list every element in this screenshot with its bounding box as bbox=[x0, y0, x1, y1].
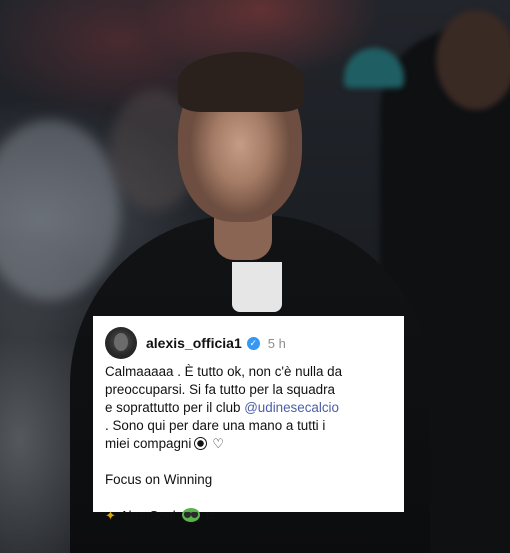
background-person-right-face bbox=[436, 10, 510, 110]
post-time: 5 h bbox=[267, 335, 286, 351]
caption-line: . Sono qui per dare una mano a tutti i bbox=[105, 418, 326, 433]
caption-line: Calmaaaaa . È tutto ok, non c'è nulla da bbox=[105, 364, 343, 379]
caption-line-text: miei compagni bbox=[105, 436, 192, 451]
background-crowd-blur bbox=[0, 120, 120, 300]
caption-card: alexis_officia1 ✓ 5 h Calmaaaaa . È tutt… bbox=[93, 316, 404, 523]
caption-text: Calmaaaaa . È tutto ok, non c'è nulla da… bbox=[105, 363, 392, 525]
background-person-beanie bbox=[344, 48, 404, 88]
mention-link[interactable]: @udinesecalcio bbox=[244, 400, 339, 415]
avatar[interactable] bbox=[105, 327, 137, 359]
player-shirt-collar bbox=[232, 262, 282, 312]
caption-line: preoccuparsi. Si fa tutto per la squadra bbox=[105, 382, 336, 397]
signature-name: AlmaSoul bbox=[120, 508, 176, 523]
verified-badge-icon: ✓ bbox=[246, 336, 260, 350]
photo-background: alexis_officia1 ✓ 5 h Calmaaaaa . È tutt… bbox=[0, 0, 510, 553]
line-spacer bbox=[105, 453, 392, 471]
soccer-ball-icon bbox=[194, 437, 208, 450]
caption-line: miei compagni ♡ bbox=[105, 435, 392, 453]
caption-line: e soprattutto per il club @udinesecalcio bbox=[105, 399, 392, 417]
focus-line: Focus on Winning bbox=[105, 472, 213, 487]
sunglasses-face-icon bbox=[181, 508, 200, 522]
post-header: alexis_officia1 ✓ 5 h bbox=[105, 325, 392, 361]
signature-line: ✦ AlmaSoul ɪᴛ bbox=[105, 507, 392, 525]
player-hair bbox=[178, 52, 304, 112]
sparkles-icon: ✦ bbox=[105, 508, 116, 523]
username[interactable]: alexis_officia1 bbox=[146, 335, 242, 351]
heart-icon: ♡ bbox=[212, 436, 224, 451]
signature-suffix: ɪᴛ bbox=[205, 509, 217, 522]
caption-line-text: e soprattutto per il club bbox=[105, 400, 245, 415]
